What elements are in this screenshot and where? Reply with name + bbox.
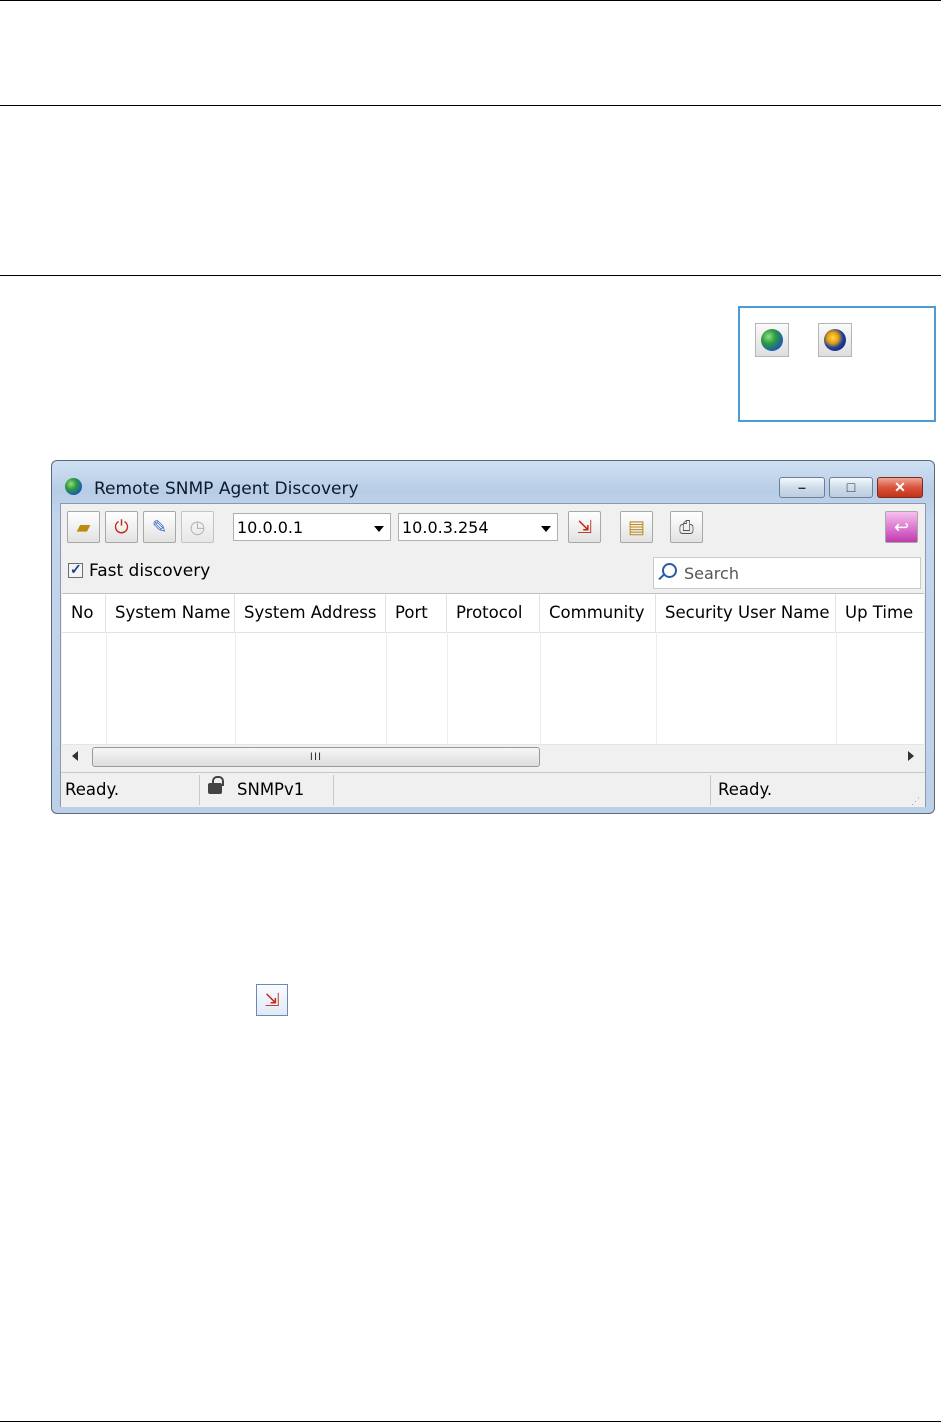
title-bar[interactable]: Remote SNMP Agent Discovery – □ ✕ — [52, 461, 934, 503]
print-icon: ⎙ — [679, 517, 694, 537]
stop-icon: ⏻ — [114, 517, 129, 537]
stop-button[interactable]: ⏻ — [105, 511, 138, 543]
status-protocol-text: SNMPv1 — [237, 780, 305, 799]
lock-icon — [208, 776, 224, 794]
status-bar: Ready. SNMPv1 Ready. ⋰ — [61, 772, 925, 807]
minimize-icon: – — [798, 479, 806, 495]
close-icon: ✕ — [894, 479, 906, 495]
column-header-up-time[interactable]: Up Time — [836, 594, 924, 632]
end-ip-value: 10.0.3.254 — [402, 518, 489, 537]
discover-icon: ⇲ — [264, 990, 280, 1010]
fast-discovery-checkbox[interactable]: ✓ — [68, 561, 83, 578]
column-header-protocol[interactable]: Protocol — [447, 594, 540, 632]
window-client: ▰ ⏻ ✎ ◷ 10.0.0.1 10.0.3.254 ⇲ ▤ ⎙ ↩ ✓ Fa… — [60, 503, 926, 807]
discovery-alt-button-icon — [818, 323, 852, 357]
close-button[interactable]: ✕ — [877, 477, 923, 498]
fast-discovery-label[interactable]: Fast discovery — [89, 561, 210, 581]
footer-rule — [0, 1421, 941, 1422]
app-globe-icon — [65, 478, 82, 495]
globe-icon — [761, 329, 783, 351]
search-input[interactable]: Search — [653, 557, 921, 589]
column-divider — [447, 632, 448, 744]
minimize-button[interactable]: – — [779, 477, 825, 498]
edit-button[interactable]: ✎ — [143, 511, 176, 543]
discover-button[interactable]: ⇲ — [568, 511, 601, 543]
discovery-button-icon — [755, 323, 789, 357]
status-pane-middle — [334, 775, 711, 805]
chevron-down-icon[interactable] — [374, 526, 384, 532]
icon-callout-box — [738, 306, 936, 422]
column-divider — [656, 632, 657, 744]
list-header: No System Name System Address Port Proto… — [62, 594, 924, 633]
open-button[interactable]: ▰ — [67, 511, 100, 543]
column-divider — [235, 632, 236, 744]
column-divider — [540, 632, 541, 744]
exit-icon: ↩ — [893, 517, 910, 537]
column-header-community[interactable]: Community — [540, 594, 656, 632]
status-pane-right: Ready. — [711, 775, 923, 805]
options-row: ✓ Fast discovery Search — [61, 549, 925, 589]
discover-inline-icon: ⇲ — [256, 984, 288, 1016]
column-header-system-name[interactable]: System Name — [106, 594, 235, 632]
column-header-system-address[interactable]: System Address — [235, 594, 386, 632]
status-right-text: Ready. — [718, 780, 773, 799]
header-rule — [0, 105, 941, 106]
column-header-security-user-name[interactable]: Security User Name — [656, 594, 836, 632]
schedule-button[interactable]: ◷ — [181, 511, 214, 543]
status-left-text: Ready. — [65, 780, 120, 799]
scroll-right-arrow-icon[interactable] — [908, 751, 914, 761]
scroll-grip: III — [309, 751, 323, 763]
globe-alt-icon — [824, 329, 846, 351]
scroll-left-arrow-icon[interactable] — [72, 751, 78, 761]
export-button[interactable]: ▤ — [620, 511, 653, 543]
print-button[interactable]: ⎙ — [670, 511, 703, 543]
column-divider — [836, 632, 837, 744]
status-pane-protocol: SNMPv1 — [200, 775, 334, 805]
discovery-window: Remote SNMP Agent Discovery – □ ✕ ▰ ⏻ ✎ … — [51, 460, 935, 814]
checkmark-icon: ✓ — [70, 561, 82, 577]
top-rule — [0, 0, 941, 1]
maximize-icon: □ — [846, 479, 856, 495]
discover-icon: ⇲ — [576, 517, 593, 537]
column-header-port[interactable]: Port — [386, 594, 447, 632]
section-rule — [0, 275, 941, 276]
chevron-down-icon[interactable] — [541, 526, 551, 532]
exit-button[interactable]: ↩ — [885, 511, 918, 543]
toolbar: ▰ ⏻ ✎ ◷ 10.0.0.1 10.0.3.254 ⇲ ▤ ⎙ ↩ — [61, 504, 925, 544]
agent-list[interactable]: No System Name System Address Port Proto… — [62, 593, 924, 771]
start-ip-combo[interactable]: 10.0.0.1 — [233, 513, 391, 541]
search-placeholder: Search — [684, 564, 739, 583]
scroll-thumb[interactable]: III — [92, 747, 540, 767]
open-folder-icon: ▰ — [76, 517, 91, 537]
column-divider — [386, 632, 387, 744]
maximize-button[interactable]: □ — [829, 477, 873, 498]
status-pane-left: Ready. — [64, 775, 200, 805]
start-ip-value: 10.0.0.1 — [237, 518, 304, 537]
search-icon — [662, 563, 677, 578]
column-divider — [106, 632, 107, 744]
export-icon: ▤ — [627, 517, 645, 537]
clock-icon: ◷ — [189, 517, 206, 537]
column-header-no[interactable]: No — [62, 594, 106, 632]
horizontal-scrollbar[interactable]: III — [62, 744, 924, 771]
resize-grip-icon[interactable]: ⋰ — [911, 797, 921, 806]
edit-icon: ✎ — [151, 517, 168, 537]
end-ip-combo[interactable]: 10.0.3.254 — [398, 513, 558, 541]
window-title: Remote SNMP Agent Discovery — [94, 479, 359, 499]
